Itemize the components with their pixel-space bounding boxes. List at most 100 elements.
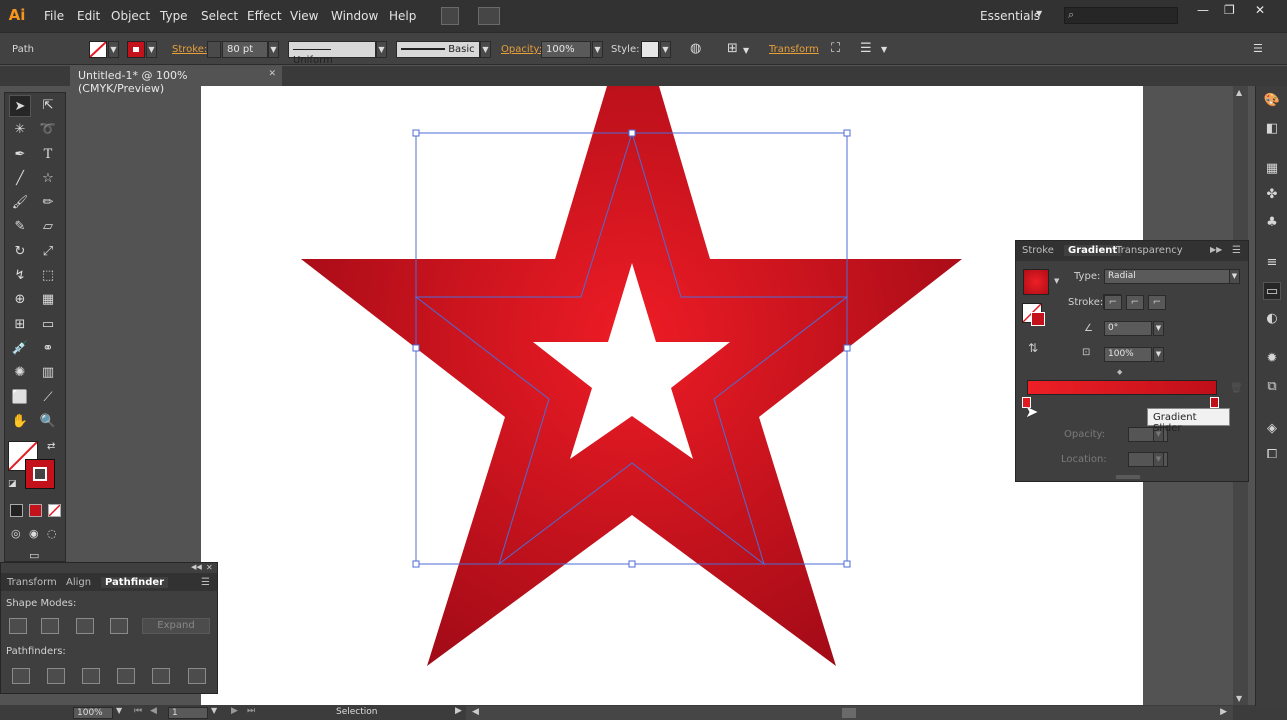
type-tool-icon[interactable]: T	[37, 144, 59, 166]
screen-mode-icon[interactable]: ▭	[29, 549, 39, 562]
menu-effect[interactable]: Effect	[247, 9, 282, 23]
selection-tool-icon[interactable]: ➤	[9, 95, 31, 117]
gradient-stop-right[interactable]	[1210, 397, 1219, 408]
opacity-field[interactable]: 100%	[541, 41, 591, 58]
bridge-icon[interactable]	[441, 7, 459, 25]
free-transform-tool-icon[interactable]: ⬚	[37, 265, 59, 287]
horizontal-scrollbar[interactable]: ◀ ▶	[466, 706, 1233, 720]
crop-button[interactable]	[117, 668, 135, 684]
merge-button[interactable]	[82, 668, 100, 684]
last-artboard-icon[interactable]: ⏭	[247, 706, 255, 716]
opacity-label[interactable]: Opacity:	[501, 44, 542, 55]
eyedropper-tool-icon[interactable]: 💉	[9, 338, 31, 360]
direct-selection-tool-icon[interactable]: ⇱	[37, 95, 59, 117]
location-dropdown[interactable]: ▼	[1153, 452, 1164, 467]
gradient-mode-icon[interactable]	[29, 504, 42, 517]
gradient-preview-swatch[interactable]	[1023, 269, 1049, 295]
artboard-number-field[interactable]: 1	[168, 707, 208, 719]
tab-align[interactable]: Align	[66, 577, 91, 588]
handle-bottom-middle[interactable]	[628, 560, 636, 568]
type-dropdown[interactable]: ▼	[1229, 269, 1240, 284]
none-mode-icon[interactable]	[48, 504, 61, 517]
stroke-panel-icon[interactable]: ≡	[1263, 254, 1281, 272]
panel-resize-grip[interactable]	[1116, 475, 1140, 479]
status-menu-icon[interactable]: ▶	[455, 706, 462, 716]
color-guide-icon[interactable]: ◧	[1263, 120, 1281, 138]
stroke-weight-dropdown[interactable]: ▼	[268, 41, 279, 58]
symbols-panel-icon[interactable]: ♣	[1263, 214, 1281, 232]
minus-back-button[interactable]	[188, 668, 206, 684]
midpoint-diamond-icon[interactable]: ◆	[1117, 368, 1122, 376]
apply-within-stroke-icon[interactable]: ⌐	[1104, 295, 1122, 310]
workspace-switcher[interactable]: Essentials	[980, 9, 1040, 23]
panel-menu-icon[interactable]: ☰	[860, 41, 872, 56]
aspect-dropdown[interactable]: ▼	[1153, 347, 1164, 362]
handle-top-left[interactable]	[412, 129, 420, 137]
recolor-artwork-icon[interactable]: ◍	[690, 41, 701, 56]
style-dropdown[interactable]: ▼	[660, 41, 671, 58]
variable-width-profile[interactable]: Uniform	[288, 41, 376, 66]
menu-window[interactable]: Window	[331, 9, 378, 23]
scroll-up-icon[interactable]: ▲	[1236, 88, 1242, 97]
draw-normal-icon[interactable]: ◎	[11, 527, 21, 540]
artboards-panel-icon[interactable]: ⧠	[1263, 446, 1281, 464]
zoom-field[interactable]: 100%	[73, 707, 113, 719]
hand-tool-icon[interactable]: ✋	[9, 411, 31, 433]
draw-behind-icon[interactable]: ◉	[29, 527, 39, 540]
red-star-shape[interactable]	[301, 86, 962, 666]
zoom-tool-icon[interactable]: 🔍	[37, 411, 59, 433]
brush-dropdown[interactable]: ▼	[480, 41, 491, 58]
warp-tool-icon[interactable]: ↯	[9, 265, 31, 287]
artboard-tool-icon[interactable]: ⬜	[9, 387, 31, 409]
outline-button[interactable]	[152, 668, 170, 684]
column-graph-tool-icon[interactable]: ▥	[37, 362, 59, 384]
perspective-grid-tool-icon[interactable]: ▦	[37, 289, 59, 311]
angle-field[interactable]: 0°	[1104, 321, 1152, 336]
draw-inside-icon[interactable]: ◌	[47, 527, 57, 540]
color-panel-icon[interactable]: 🎨	[1263, 92, 1281, 110]
shape-builder-tool-icon[interactable]: ⊕	[9, 289, 31, 311]
transform-link[interactable]: Transform	[769, 44, 819, 55]
divide-button[interactable]	[12, 668, 30, 684]
opacity-dropdown[interactable]: ▼	[592, 41, 603, 58]
gradient-type-select[interactable]: Radial	[1104, 269, 1234, 284]
minimize-button[interactable]: —	[1197, 3, 1209, 17]
eraser-tool-icon[interactable]: ▱	[37, 216, 59, 238]
unite-button[interactable]	[9, 618, 27, 634]
scroll-right-icon[interactable]: ▶	[1220, 707, 1227, 717]
menu-object[interactable]: Object	[111, 9, 150, 23]
arrange-documents-icon[interactable]	[478, 7, 500, 25]
exclude-button[interactable]	[110, 618, 128, 634]
mesh-tool-icon[interactable]: ⊞	[9, 314, 31, 336]
delete-stop-icon[interactable]: 🗑	[1230, 383, 1243, 394]
panel-menu-icon[interactable]: ☰	[201, 577, 210, 588]
brushes-panel-icon[interactable]: ✤	[1263, 186, 1281, 204]
scroll-thumb[interactable]	[842, 708, 856, 718]
tab-pathfinder[interactable]: Pathfinder	[101, 577, 169, 588]
handle-top-right[interactable]	[843, 129, 851, 137]
menu-edit[interactable]: Edit	[77, 9, 100, 23]
reverse-gradient-icon[interactable]: ⇅	[1028, 341, 1038, 355]
aspect-ratio-field[interactable]: 100%	[1104, 347, 1152, 362]
paintbrush-tool-icon[interactable]: 🖌	[9, 192, 31, 214]
prev-artboard-icon[interactable]: ◀	[150, 706, 157, 716]
zoom-dropdown-icon[interactable]: ▼	[116, 706, 122, 715]
collapse-panel-icon[interactable]: ◀◀	[191, 563, 202, 571]
menu-select[interactable]: Select	[201, 9, 238, 23]
handle-bottom-right[interactable]	[843, 560, 851, 568]
apply-across-stroke-icon[interactable]: ⌐	[1148, 295, 1166, 310]
default-fill-stroke-icon[interactable]: ◪	[8, 479, 17, 489]
artboard-dropdown-icon[interactable]: ▼	[211, 706, 217, 715]
handle-middle-right[interactable]	[843, 344, 851, 352]
magic-wand-tool-icon[interactable]: ✳	[9, 119, 31, 141]
tab-close-icon[interactable]: ✕	[268, 69, 276, 79]
pencil-tool-icon[interactable]: ✏	[37, 192, 59, 214]
layers-panel-icon[interactable]: ◈	[1263, 420, 1281, 438]
document-tab[interactable]: Untitled-1* @ 100% (CMYK/Preview) ✕	[70, 66, 282, 95]
tab-gradient[interactable]: Gradient	[1064, 245, 1122, 256]
search-input[interactable]: ⌕	[1064, 7, 1178, 24]
profile-dropdown[interactable]: ▼	[376, 41, 387, 58]
stroke-dropdown[interactable]: ▼	[146, 41, 157, 58]
stroke-label[interactable]: Stroke:	[172, 44, 207, 55]
fill-swatch[interactable]	[89, 41, 107, 58]
